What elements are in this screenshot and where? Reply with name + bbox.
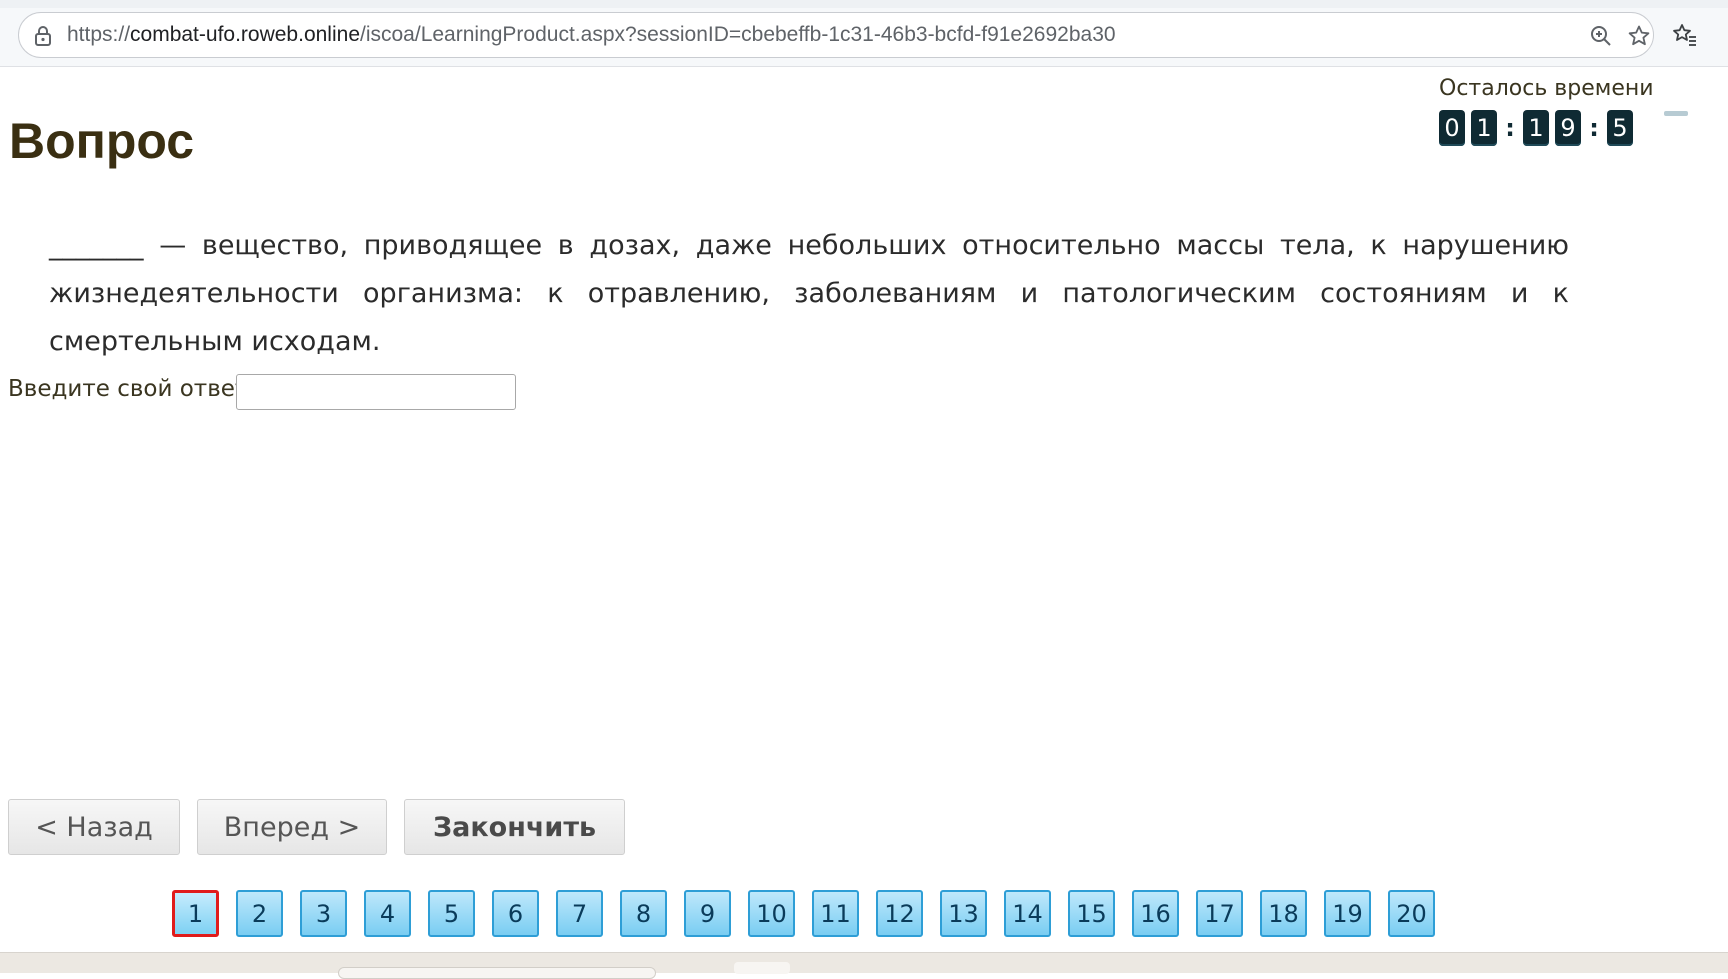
page-button-13[interactable]: 13 xyxy=(940,890,987,937)
url-path: /iscoa/LearningProduct.aspx?sessionID=cb… xyxy=(360,23,1116,46)
url-scheme: https:// xyxy=(67,23,131,46)
timer-digit: 9 xyxy=(1555,110,1581,146)
countdown-timer: 0 1 : 1 9 : 5 xyxy=(1439,110,1633,146)
page-button-3[interactable]: 3 xyxy=(300,890,347,937)
taskbar-search[interactable] xyxy=(338,967,656,979)
url-text[interactable]: https://combat-ufo.roweb.online/iscoa/Le… xyxy=(67,23,1116,47)
zoom-icon[interactable] xyxy=(1589,24,1613,48)
question-pager: 1 2 3 4 5 6 7 8 9 10 11 12 13 14 15 16 1… xyxy=(172,890,1435,937)
page-button-18[interactable]: 18 xyxy=(1260,890,1307,937)
finish-button[interactable]: Закончить xyxy=(404,799,625,855)
timer-decoration xyxy=(1664,111,1688,116)
timer-label: Осталось времени xyxy=(1439,76,1654,101)
page-button-1[interactable]: 1 xyxy=(172,890,219,937)
page-button-5[interactable]: 5 xyxy=(428,890,475,937)
page-button-6[interactable]: 6 xyxy=(492,890,539,937)
browser-toolbar: https://combat-ufo.roweb.online/iscoa/Le… xyxy=(0,0,1728,67)
page-button-20[interactable]: 20 xyxy=(1388,890,1435,937)
page-button-4[interactable]: 4 xyxy=(364,890,411,937)
page-button-8[interactable]: 8 xyxy=(620,890,667,937)
url-host: combat-ufo.roweb.online xyxy=(130,23,360,46)
timer-digit: 1 xyxy=(1471,110,1497,146)
page-button-9[interactable]: 9 xyxy=(684,890,731,937)
page-button-14[interactable]: 14 xyxy=(1004,890,1051,937)
page-button-15[interactable]: 15 xyxy=(1068,890,1115,937)
bookmark-star-icon[interactable] xyxy=(1627,24,1651,48)
timer-separator: : xyxy=(1589,114,1599,142)
timer-digit: 1 xyxy=(1523,110,1549,146)
answer-input[interactable] xyxy=(236,374,516,410)
page-button-10[interactable]: 10 xyxy=(748,890,795,937)
answer-label: Введите свой ответ xyxy=(8,376,249,402)
back-button[interactable]: < Назад xyxy=(8,799,180,855)
page-title: Вопрос xyxy=(9,113,195,169)
page-button-12[interactable]: 12 xyxy=(876,890,923,937)
timer-digit: 0 xyxy=(1439,110,1465,146)
page-button-19[interactable]: 19 xyxy=(1324,890,1371,937)
taskbar-strip xyxy=(0,952,1728,979)
page-button-16[interactable]: 16 xyxy=(1132,890,1179,937)
site-info-icon[interactable] xyxy=(33,25,53,47)
timer-digit: 5 xyxy=(1607,110,1633,146)
page-button-7[interactable]: 7 xyxy=(556,890,603,937)
page-button-17[interactable]: 17 xyxy=(1196,890,1243,937)
next-button[interactable]: Вперед > xyxy=(197,799,387,855)
question-text: _______ — вещество, приводящее в дозах, … xyxy=(49,230,1569,357)
favorites-icon[interactable] xyxy=(1672,22,1698,48)
timer-separator: : xyxy=(1505,114,1515,142)
tab-strip xyxy=(0,0,1728,8)
page-button-2[interactable]: 2 xyxy=(236,890,283,937)
address-bar[interactable]: https://combat-ufo.roweb.online/iscoa/Le… xyxy=(18,12,1654,58)
taskbar-item[interactable] xyxy=(734,962,790,974)
page-button-11[interactable]: 11 xyxy=(812,890,859,937)
